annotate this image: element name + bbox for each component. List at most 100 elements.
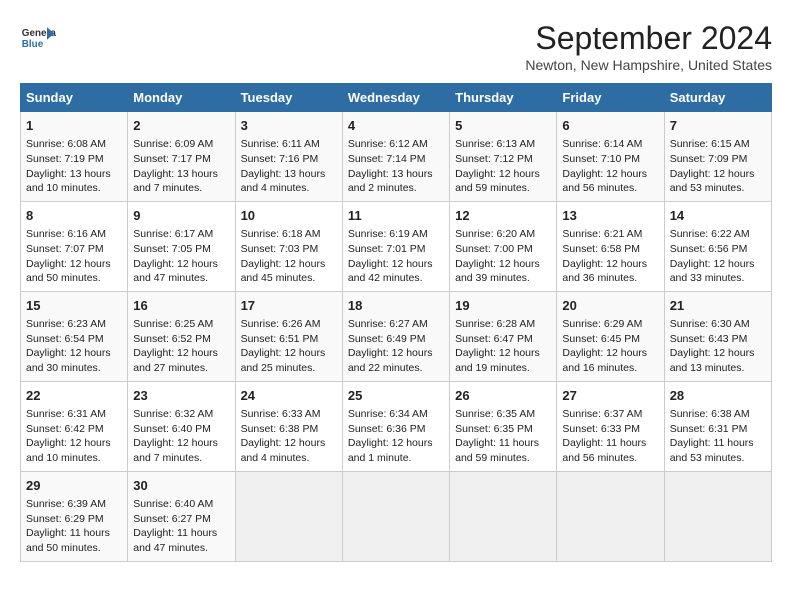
sunrise-text: Sunrise: 6:12 AM (348, 138, 428, 150)
week-row-1: 1 Sunrise: 6:08 AM Sunset: 7:19 PM Dayli… (21, 112, 772, 202)
day-cell: 14 Sunrise: 6:22 AM Sunset: 6:56 PM Dayl… (664, 201, 771, 291)
day-cell: 6 Sunrise: 6:14 AM Sunset: 7:10 PM Dayli… (557, 112, 664, 202)
day-cell: 28 Sunrise: 6:38 AM Sunset: 6:31 PM Dayl… (664, 381, 771, 471)
day-cell: 21 Sunrise: 6:30 AM Sunset: 6:43 PM Dayl… (664, 291, 771, 381)
sunset-text: Sunset: 7:05 PM (133, 243, 211, 255)
daylight-text: Daylight: 12 hours and 36 minutes. (562, 258, 647, 285)
week-row-4: 22 Sunrise: 6:31 AM Sunset: 6:42 PM Dayl… (21, 381, 772, 471)
week-row-3: 15 Sunrise: 6:23 AM Sunset: 6:54 PM Dayl… (21, 291, 772, 381)
daylight-text: Daylight: 13 hours and 10 minutes. (26, 168, 111, 195)
daylight-text: Daylight: 11 hours and 47 minutes. (133, 527, 217, 554)
daylight-text: Daylight: 12 hours and 7 minutes. (133, 437, 218, 464)
sunset-text: Sunset: 7:03 PM (241, 243, 319, 255)
sunrise-text: Sunrise: 6:19 AM (348, 228, 428, 240)
daylight-text: Daylight: 12 hours and 39 minutes. (455, 258, 540, 285)
day-cell: 3 Sunrise: 6:11 AM Sunset: 7:16 PM Dayli… (235, 112, 342, 202)
sunset-text: Sunset: 7:17 PM (133, 153, 211, 165)
daylight-text: Daylight: 12 hours and 42 minutes. (348, 258, 433, 285)
title-area: September 2024 Newton, New Hampshire, Un… (525, 20, 772, 73)
day-number: 30 (133, 477, 229, 495)
header-cell-wednesday: Wednesday (342, 84, 449, 112)
day-cell: 10 Sunrise: 6:18 AM Sunset: 7:03 PM Dayl… (235, 201, 342, 291)
day-number: 27 (562, 387, 658, 405)
day-number: 15 (26, 297, 122, 315)
day-cell: 1 Sunrise: 6:08 AM Sunset: 7:19 PM Dayli… (21, 112, 128, 202)
svg-text:Blue: Blue (22, 39, 44, 50)
sunrise-text: Sunrise: 6:22 AM (670, 228, 750, 240)
day-number: 11 (348, 207, 444, 225)
day-cell: 25 Sunrise: 6:34 AM Sunset: 6:36 PM Dayl… (342, 381, 449, 471)
day-number: 14 (670, 207, 766, 225)
sunset-text: Sunset: 7:12 PM (455, 153, 533, 165)
day-number: 21 (670, 297, 766, 315)
header-row: SundayMondayTuesdayWednesdayThursdayFrid… (21, 84, 772, 112)
sunset-text: Sunset: 6:49 PM (348, 333, 426, 345)
sunset-text: Sunset: 7:16 PM (241, 153, 319, 165)
sunrise-text: Sunrise: 6:28 AM (455, 318, 535, 330)
day-cell: 2 Sunrise: 6:09 AM Sunset: 7:17 PM Dayli… (128, 112, 235, 202)
sunset-text: Sunset: 7:19 PM (26, 153, 104, 165)
day-cell (664, 471, 771, 561)
daylight-text: Daylight: 12 hours and 1 minute. (348, 437, 433, 464)
day-cell: 30 Sunrise: 6:40 AM Sunset: 6:27 PM Dayl… (128, 471, 235, 561)
sunrise-text: Sunrise: 6:14 AM (562, 138, 642, 150)
day-cell (342, 471, 449, 561)
sunset-text: Sunset: 6:29 PM (26, 513, 104, 525)
sunset-text: Sunset: 7:09 PM (670, 153, 748, 165)
day-cell: 5 Sunrise: 6:13 AM Sunset: 7:12 PM Dayli… (450, 112, 557, 202)
day-number: 17 (241, 297, 337, 315)
sunrise-text: Sunrise: 6:34 AM (348, 408, 428, 420)
day-cell: 12 Sunrise: 6:20 AM Sunset: 7:00 PM Dayl… (450, 201, 557, 291)
daylight-text: Daylight: 12 hours and 50 minutes. (26, 258, 111, 285)
sunrise-text: Sunrise: 6:32 AM (133, 408, 213, 420)
daylight-text: Daylight: 12 hours and 13 minutes. (670, 347, 755, 374)
daylight-text: Daylight: 12 hours and 56 minutes. (562, 168, 647, 195)
daylight-text: Daylight: 12 hours and 16 minutes. (562, 347, 647, 374)
day-number: 18 (348, 297, 444, 315)
day-number: 19 (455, 297, 551, 315)
sunset-text: Sunset: 6:51 PM (241, 333, 319, 345)
day-cell: 19 Sunrise: 6:28 AM Sunset: 6:47 PM Dayl… (450, 291, 557, 381)
subtitle: Newton, New Hampshire, United States (525, 57, 772, 73)
sunrise-text: Sunrise: 6:35 AM (455, 408, 535, 420)
sunrise-text: Sunrise: 6:30 AM (670, 318, 750, 330)
day-cell: 9 Sunrise: 6:17 AM Sunset: 7:05 PM Dayli… (128, 201, 235, 291)
sunrise-text: Sunrise: 6:15 AM (670, 138, 750, 150)
daylight-text: Daylight: 12 hours and 59 minutes. (455, 168, 540, 195)
day-number: 5 (455, 117, 551, 135)
sunset-text: Sunset: 7:01 PM (348, 243, 426, 255)
sunrise-text: Sunrise: 6:20 AM (455, 228, 535, 240)
sunrise-text: Sunrise: 6:26 AM (241, 318, 321, 330)
sunset-text: Sunset: 7:00 PM (455, 243, 533, 255)
day-number: 1 (26, 117, 122, 135)
day-number: 9 (133, 207, 229, 225)
day-number: 6 (562, 117, 658, 135)
logo-icon: General Blue (20, 20, 56, 56)
sunrise-text: Sunrise: 6:31 AM (26, 408, 106, 420)
sunrise-text: Sunrise: 6:38 AM (670, 408, 750, 420)
daylight-text: Daylight: 12 hours and 33 minutes. (670, 258, 755, 285)
sunset-text: Sunset: 6:54 PM (26, 333, 104, 345)
sunset-text: Sunset: 6:31 PM (670, 423, 748, 435)
header-cell-friday: Friday (557, 84, 664, 112)
daylight-text: Daylight: 12 hours and 30 minutes. (26, 347, 111, 374)
sunset-text: Sunset: 6:52 PM (133, 333, 211, 345)
sunrise-text: Sunrise: 6:33 AM (241, 408, 321, 420)
day-cell: 27 Sunrise: 6:37 AM Sunset: 6:33 PM Dayl… (557, 381, 664, 471)
day-cell: 20 Sunrise: 6:29 AM Sunset: 6:45 PM Dayl… (557, 291, 664, 381)
sunrise-text: Sunrise: 6:13 AM (455, 138, 535, 150)
daylight-text: Daylight: 13 hours and 4 minutes. (241, 168, 326, 195)
day-number: 10 (241, 207, 337, 225)
sunrise-text: Sunrise: 6:08 AM (26, 138, 106, 150)
day-cell: 16 Sunrise: 6:25 AM Sunset: 6:52 PM Dayl… (128, 291, 235, 381)
day-number: 16 (133, 297, 229, 315)
daylight-text: Daylight: 11 hours and 56 minutes. (562, 437, 646, 464)
week-row-5: 29 Sunrise: 6:39 AM Sunset: 6:29 PM Dayl… (21, 471, 772, 561)
sunset-text: Sunset: 6:56 PM (670, 243, 748, 255)
day-number: 28 (670, 387, 766, 405)
sunrise-text: Sunrise: 6:11 AM (241, 138, 320, 150)
day-cell: 18 Sunrise: 6:27 AM Sunset: 6:49 PM Dayl… (342, 291, 449, 381)
day-cell: 7 Sunrise: 6:15 AM Sunset: 7:09 PM Dayli… (664, 112, 771, 202)
sunrise-text: Sunrise: 6:16 AM (26, 228, 106, 240)
day-number: 2 (133, 117, 229, 135)
